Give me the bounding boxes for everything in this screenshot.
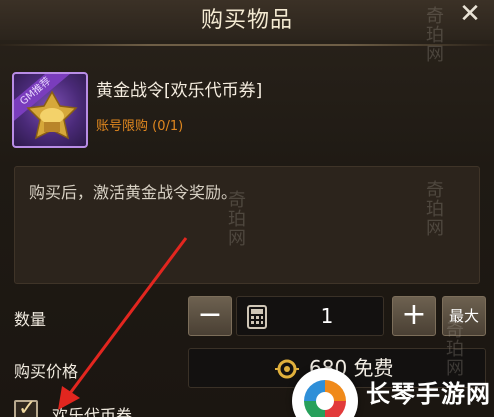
annotation-arrow	[58, 237, 188, 410]
purchase-dialog: 购买物品 ✕ GM推荐 黄金战令[欢乐代币券] 账号限购 (0/1) 购买后，激…	[0, 0, 494, 417]
site-logo-text: 长琴手游网	[366, 380, 491, 408]
site-logo: 长琴手游网	[300, 360, 494, 417]
